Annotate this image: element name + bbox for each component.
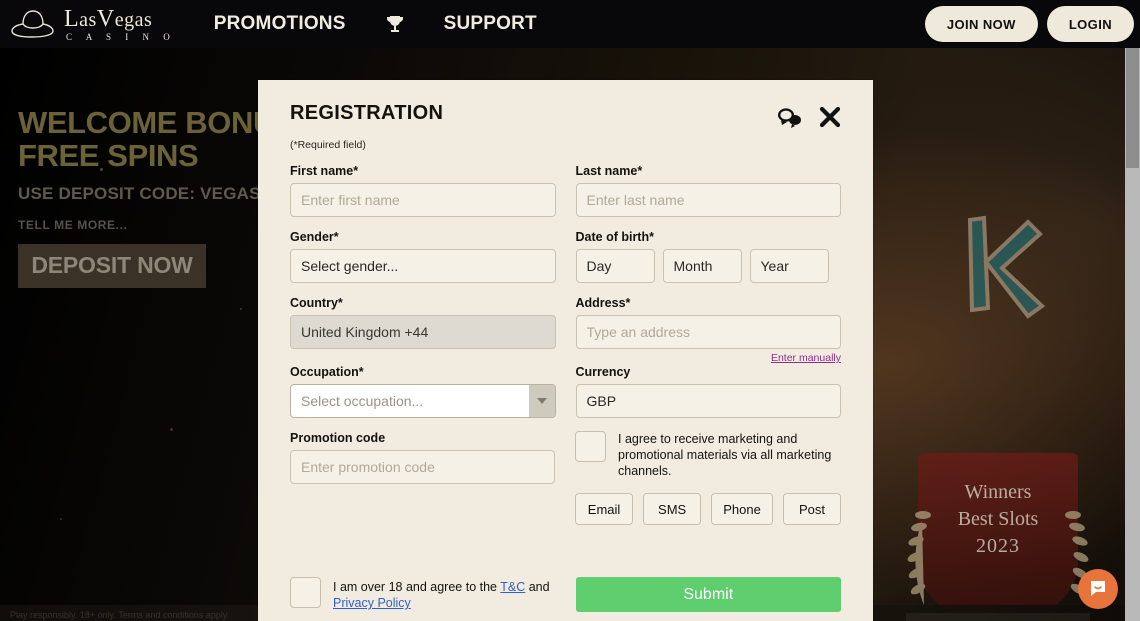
last-name-input[interactable] [575,183,841,217]
login-button[interactable]: LOGIN [1046,6,1134,42]
terms-checkbox[interactable] [290,577,321,608]
marketing-channel-buttons: Email SMS Phone Post [575,493,841,526]
country-field: Country* [290,296,556,364]
country-input[interactable] [290,315,556,349]
address-label: Address* [575,296,631,310]
award-text: Winners Best Slots 2023 [918,479,1078,560]
occupation-field: Occupation* Select occupation... [290,365,556,418]
brand-logo[interactable]: LasVegas C A S I N O [10,7,176,42]
fedora-hat-icon [11,10,54,38]
award-line-3: 2023 [976,535,1020,557]
brand-text: LasVegas C A S I N O [64,7,176,42]
modal-header-icons [776,102,841,128]
brand-subtitle: C A S I N O [66,31,176,42]
last-name-field: Last name* [575,164,841,217]
registration-modal: REGISTRATION (*Required field) First nam… [258,80,873,621]
marketing-consent-checkbox[interactable] [575,431,606,462]
chat-widget-button[interactable] [1078,569,1118,609]
deposit-now-button[interactable]: DEPOSIT NOW [18,243,206,288]
occupation-dropdown-button[interactable] [528,385,555,417]
occupation-select-value[interactable]: Select occupation... [290,384,556,418]
occupation-select-wrapper[interactable]: Select occupation... [290,384,556,418]
first-name-input[interactable] [290,183,556,217]
currency-input[interactable] [575,384,841,418]
date-of-birth-label: Date of birth* [575,230,654,244]
channel-post-button[interactable]: Post [783,493,841,526]
scrollbar-thumb[interactable] [1126,48,1139,168]
last-name-label: Last name* [575,164,643,178]
country-label: Country* [290,296,343,310]
bottom-strip-text: Play responsibly. 18+ only. Terms and co… [10,610,230,620]
award-badge: Winners Best Slots 2023 AWARD [900,453,1096,621]
address-field: Address* Enter manually [575,296,841,364]
terms-acceptance-row: I am over 18 and agree to the T&C and Pr… [290,577,556,612]
terms-middle: and [525,580,550,594]
award-line-1: Winners [964,481,1032,503]
terms-prefix: I am over 18 and agree to the [333,580,501,594]
top-navigation-bar: LasVegas C A S I N O PROMOTIONS SUPPORT … [0,0,1140,48]
trophy-icon [386,16,403,32]
close-x-icon[interactable] [819,106,841,128]
chevron-down-icon [536,398,547,404]
marketing-consent-row: I agree to receive marketing and promoti… [575,431,841,479]
modal-title: REGISTRATION [290,102,444,124]
currency-label: Currency [575,365,631,379]
enter-manually-link[interactable]: Enter manually [576,352,841,364]
marketing-consent-text: I agree to receive marketing and promoti… [618,432,832,478]
first-name-label: First name* [290,164,359,178]
k-letter-logo-icon [942,198,1062,328]
modal-header: REGISTRATION [290,80,841,128]
tc-link[interactable]: T&C [500,580,525,594]
promotion-code-input[interactable] [290,450,555,484]
privacy-policy-link[interactable]: Privacy Policy [333,596,411,610]
form-row-names: First name* Last name* [290,164,841,217]
nav-item-support[interactable]: SUPPORT [444,13,537,35]
promotion-code-label: Promotion code [290,431,386,445]
first-name-field: First name* [290,164,556,217]
gender-select[interactable] [290,249,556,283]
submit-button[interactable]: Submit [575,577,841,612]
nav-actions: JOIN NOW LOGIN [924,6,1134,42]
join-now-button[interactable]: JOIN NOW [924,6,1038,42]
address-input[interactable] [575,315,841,349]
channel-email-button[interactable]: Email [575,493,634,526]
promotion-code-field: Promotion code [290,431,555,525]
modal-footer: I am over 18 and agree to the T&C and Pr… [290,577,841,612]
marketing-consent-block: I agree to receive marketing and promoti… [575,431,841,526]
terms-text: I am over 18 and agree to the T&C and Pr… [333,577,556,612]
nav-trophy-button[interactable] [384,13,406,35]
gender-label: Gender* [290,230,339,244]
form-row-promo-marketing: Promotion code I agree to receive market… [290,431,841,526]
dob-day-select[interactable] [575,249,655,283]
dob-month-select[interactable] [662,249,742,283]
speech-bubbles-icon[interactable] [776,106,802,128]
page-root: Winners Best Slots 2023 AWARD WELCOME BO… [0,0,1140,621]
currency-field: Currency [575,365,841,418]
channel-sms-button[interactable]: SMS [643,493,702,526]
award-line-2: Best Slots [957,508,1039,530]
dob-inputs [575,249,842,283]
form-row-occupation-currency: Occupation* Select occupation... Currenc… [290,365,841,418]
gender-field: Gender* [290,230,556,283]
channel-phone-button[interactable]: Phone [711,493,773,526]
form-row-gender-dob: Gender* Date of birth* [290,230,841,283]
vertical-scrollbar[interactable] [1125,48,1140,621]
date-of-birth-field: Date of birth* [575,230,842,283]
nav-item-promotions[interactable]: PROMOTIONS [214,13,346,35]
required-field-note: (*Required field) [290,139,366,151]
occupation-label: Occupation* [290,365,364,379]
chat-bubble-smile-icon [1091,581,1105,596]
dob-year-select[interactable] [749,249,829,283]
brand-name: LasVegas [64,5,153,32]
form-row-country-address: Country* Address* Enter manually [290,296,841,364]
